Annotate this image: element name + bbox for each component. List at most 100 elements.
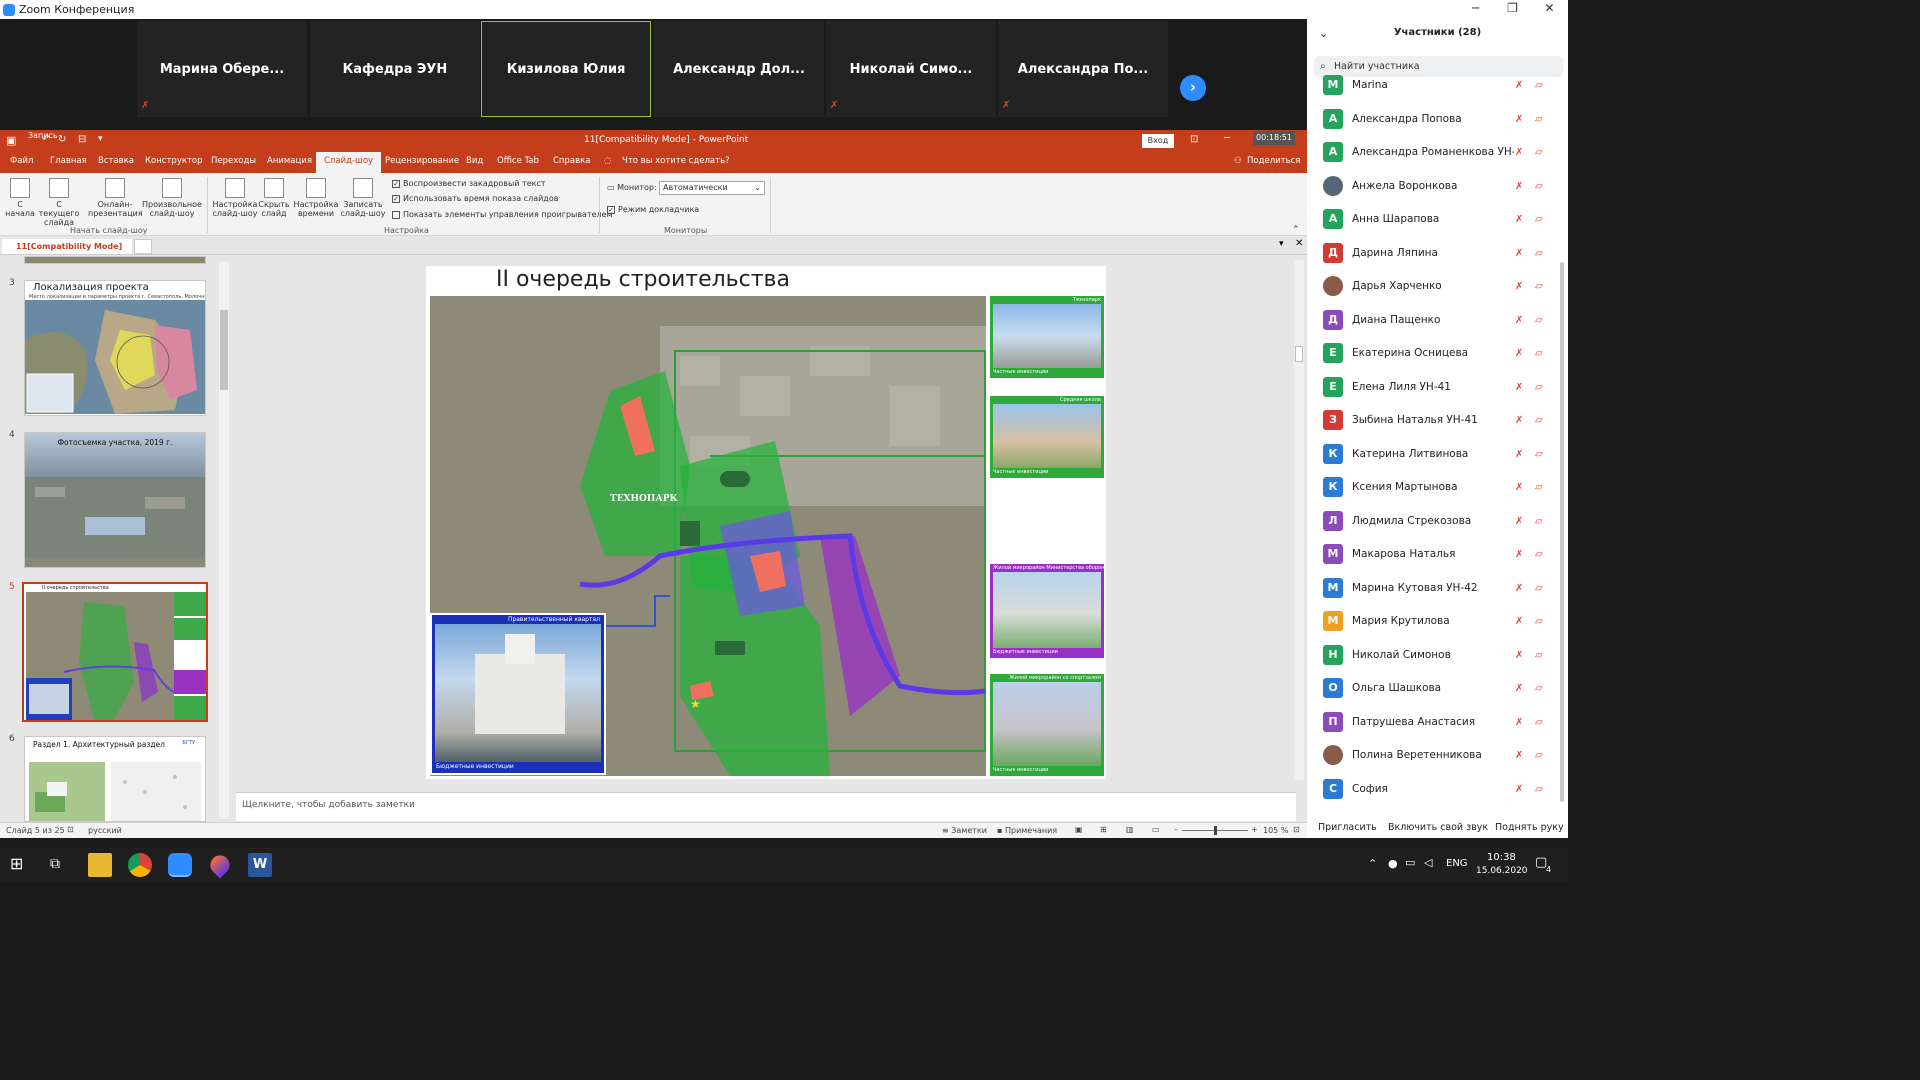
tab-view[interactable]: Вид xyxy=(466,156,483,166)
rehearse-timings-button[interactable]: Настройка времени xyxy=(292,178,340,218)
monitor-select[interactable]: Автоматически ⌄ xyxy=(659,181,765,195)
participant-row[interactable]: Анжела Воронкова ✗ ▱ xyxy=(1307,170,1568,203)
notes-toggle[interactable]: ≡ Заметки xyxy=(942,826,987,835)
participant-row[interactable]: М Макарова Наталья ✗ ▱ xyxy=(1307,538,1568,571)
zoom-slider[interactable] xyxy=(1182,826,1248,835)
tab-home[interactable]: Главная xyxy=(50,156,87,166)
invite-button[interactable]: Пригласить xyxy=(1318,822,1377,833)
raise-hand-button[interactable]: Поднять руку xyxy=(1495,822,1564,833)
use-timings-checkbox[interactable]: ✓ Использовать время показа слайдов xyxy=(392,194,558,203)
clock-date[interactable]: 15.06.2020 xyxy=(1476,866,1528,876)
present-icon[interactable]: ⊟ xyxy=(78,134,86,145)
tab-insert[interactable]: Вставка xyxy=(98,156,134,166)
zoom-level[interactable]: 105 % xyxy=(1263,826,1288,835)
clock-time[interactable]: 10:38 xyxy=(1487,852,1516,863)
fit-slide-icon[interactable]: ⊡ xyxy=(1293,825,1300,834)
zoom-app-icon[interactable] xyxy=(168,853,192,877)
participant-row[interactable]: С София ✗ ▱ xyxy=(1307,773,1568,806)
participant-row[interactable]: К Ксения Мартынова ✗ ▱ xyxy=(1307,471,1568,504)
paint-app-icon[interactable] xyxy=(206,851,234,879)
slide-thumbnail[interactable]: Локализация проекта Место локализации и … xyxy=(24,280,206,416)
online-presentation-button[interactable]: Онлайн-презентация xyxy=(88,178,143,218)
participant-row[interactable]: А Александра Романенкова УН-31 ✗ ▱ xyxy=(1307,136,1568,169)
language-indicator[interactable]: русский xyxy=(88,826,122,835)
participant-row[interactable]: А Александра Попова ✗ ▱ xyxy=(1307,103,1568,136)
participant-row[interactable]: М Марина Кутовая УН-42 ✗ ▱ xyxy=(1307,572,1568,605)
video-tile-active-speaker[interactable]: Кизилова Юлия xyxy=(481,21,651,117)
collapse-ribbon-icon[interactable]: ⌃ xyxy=(1292,225,1300,235)
participant-row[interactable]: З Зыбина Наталья УН-41 ✗ ▱ xyxy=(1307,404,1568,437)
participant-row[interactable]: А Анна Шарапова ✗ ▱ xyxy=(1307,203,1568,236)
slideshow-view-icon[interactable]: ▭ xyxy=(1152,825,1160,834)
microphone-icon[interactable]: ● xyxy=(1388,857,1398,870)
comments-toggle[interactable]: ▪ Примечания xyxy=(997,826,1057,835)
setup-show-button[interactable]: Настройка слайд-шоу xyxy=(212,178,258,218)
volume-icon[interactable]: ◁ xyxy=(1424,856,1432,869)
windows-start-icon[interactable]: ⊞ xyxy=(10,856,23,872)
participant-row[interactable]: Дарья Харченко ✗ ▱ xyxy=(1307,270,1568,303)
task-view-icon[interactable]: ⧉ xyxy=(50,856,60,872)
redo-icon[interactable]: ↻ xyxy=(58,134,66,145)
video-tile[interactable]: Александр Дол... xyxy=(654,21,824,117)
tab-office-tab[interactable]: Office Tab xyxy=(497,156,539,166)
chrome-icon[interactable] xyxy=(128,853,152,877)
slide-thumbnail-selected[interactable]: II очередь строительства xyxy=(22,582,208,722)
tell-me-box[interactable]: Что вы хотите сделать? xyxy=(622,156,730,166)
network-icon[interactable]: ▭ xyxy=(1405,856,1415,869)
presenter-view-checkbox[interactable]: ✓ Режим докладчика xyxy=(607,205,699,214)
document-tab[interactable]: 11[Compatibility Mode] xyxy=(2,239,132,254)
zoom-in-icon[interactable]: + xyxy=(1251,825,1258,834)
minimize-icon[interactable]: ─ xyxy=(1457,0,1494,19)
tab-transitions[interactable]: Переходы xyxy=(211,156,256,166)
participant-row[interactable]: П Патрушева Анастасия ✗ ▱ xyxy=(1307,706,1568,739)
tab-list-icon[interactable]: ▾ xyxy=(1279,239,1284,249)
tab-file[interactable]: Файл xyxy=(10,156,33,166)
new-tab-button[interactable] xyxy=(134,239,152,254)
scrollbar-thumb[interactable] xyxy=(220,310,228,390)
participant-row[interactable]: К Катерина Литвинова ✗ ▱ xyxy=(1307,438,1568,471)
from-start-button[interactable]: С начала xyxy=(4,178,36,218)
zoom-out-icon[interactable]: – xyxy=(1174,825,1178,834)
zoom-slider-thumb[interactable] xyxy=(1214,826,1217,835)
participant-row[interactable]: М Мария Крутилова ✗ ▱ xyxy=(1307,605,1568,638)
slide-thumbnail[interactable]: Фотосъемка участка, 2019 г. xyxy=(24,432,206,568)
slide-scrollbar[interactable] xyxy=(1294,260,1304,780)
share-button[interactable]: Поделиться xyxy=(1247,156,1300,166)
narration-checkbox[interactable]: ✓ Воспроизвести закадровый текст xyxy=(392,179,546,188)
file-explorer-icon[interactable] xyxy=(88,853,112,877)
slide-sorter-icon[interactable]: ⊞ xyxy=(1100,825,1107,834)
participant-row[interactable]: Е Екатерина Осницева ✗ ▱ xyxy=(1307,337,1568,370)
participant-row[interactable]: Н Николай Симонов ✗ ▱ xyxy=(1307,639,1568,672)
tab-design[interactable]: Конструктор xyxy=(145,156,203,166)
minimize-icon[interactable]: ─ xyxy=(1224,133,1230,144)
custom-show-button[interactable]: Произвольное слайд-шоу xyxy=(142,178,202,218)
signin-button[interactable]: Вход xyxy=(1142,134,1174,148)
customize-qat-icon[interactable]: ▾ xyxy=(98,134,103,144)
chevron-right-icon[interactable]: › xyxy=(1180,75,1206,101)
tray-expand-icon[interactable]: ⌃ xyxy=(1368,857,1377,870)
tab-slideshow[interactable]: Слайд-шоу xyxy=(316,152,382,173)
participant-row[interactable]: Е Елена Лиля УН-41 ✗ ▱ xyxy=(1307,371,1568,404)
undo-icon[interactable]: ↶ xyxy=(42,134,50,145)
participant-row[interactable]: M Marina ✗ ▱ xyxy=(1307,69,1568,102)
record-show-button[interactable]: Записать слайд-шоу xyxy=(340,178,386,218)
spellcheck-icon[interactable]: ⊡ xyxy=(67,825,74,834)
participant-row[interactable]: О Ольга Шашкова ✗ ▱ xyxy=(1307,672,1568,705)
reading-view-icon[interactable]: ▥ xyxy=(1126,825,1134,834)
thumbs-scrollbar[interactable] xyxy=(219,262,229,818)
close-tab-icon[interactable]: ✕ xyxy=(1295,238,1303,249)
tab-help[interactable]: Справка xyxy=(553,156,590,166)
participant-row[interactable]: Д Дарина Ляпина ✗ ▱ xyxy=(1307,237,1568,270)
participant-row[interactable]: Л Людмила Стрекозова ✗ ▱ xyxy=(1307,505,1568,538)
unmute-self-button[interactable]: Включить свой звук xyxy=(1388,822,1488,833)
hide-slide-button[interactable]: Скрыть слайд xyxy=(258,178,290,218)
tab-animation[interactable]: Анимация xyxy=(267,156,312,166)
video-tile[interactable]: Александра По... ✗ xyxy=(998,21,1168,117)
participant-list-scrollbar[interactable] xyxy=(1560,262,1564,802)
normal-view-icon[interactable]: ▣ xyxy=(1075,825,1083,834)
video-tile[interactable]: Николай Симо... ✗ xyxy=(826,21,996,117)
ribbon-display-icon[interactable]: ⊡ xyxy=(1190,134,1198,145)
tab-review[interactable]: Рецензирование xyxy=(385,156,459,166)
slide-thumbnail[interactable] xyxy=(24,256,206,264)
keyboard-language[interactable]: ENG xyxy=(1446,858,1468,869)
